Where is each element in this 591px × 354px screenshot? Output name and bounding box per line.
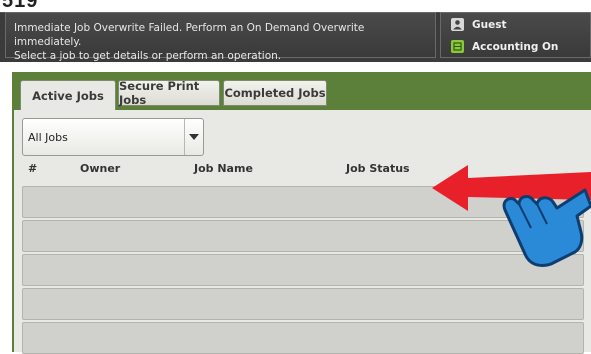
tab-active-jobs[interactable]: Active Jobs <box>20 80 116 110</box>
table-row[interactable] <box>22 288 584 320</box>
accounting-row[interactable]: Accounting On <box>451 40 558 53</box>
column-header-owner[interactable]: Owner <box>80 162 120 175</box>
message-panel: Immediate Job Overwrite Failed. Perform … <box>5 12 436 62</box>
guest-row[interactable]: Guest <box>451 18 506 31</box>
accounting-icon <box>451 40 464 53</box>
tab-secure-print-jobs[interactable]: Secure Print Jobs <box>118 79 220 107</box>
column-header-job-status[interactable]: Job Status <box>346 162 410 175</box>
table-row[interactable] <box>22 322 584 354</box>
tab-completed-jobs[interactable]: Completed Jobs <box>223 80 327 106</box>
job-filter-value: All Jobs <box>28 131 68 144</box>
blue-hand-pointer-icon <box>502 188 591 268</box>
tab-active-jobs-label: Active Jobs <box>32 88 104 103</box>
column-header-number[interactable]: # <box>28 162 37 175</box>
chevron-down-icon[interactable] <box>184 119 203 155</box>
accounting-label: Accounting On <box>472 40 559 53</box>
job-filter-dropdown[interactable]: All Jobs <box>22 118 204 156</box>
message-line-2: Select a job to get details or perform a… <box>14 50 282 62</box>
message-line-1: Immediate Job Overwrite Failed. Perform … <box>14 22 365 48</box>
guest-label: Guest <box>472 18 507 31</box>
user-panel[interactable]: Guest Accounting On <box>440 12 591 58</box>
tab-secure-print-jobs-label: Secure Print Jobs <box>119 79 200 107</box>
column-header-job-name[interactable]: Job Name <box>194 162 253 175</box>
tab-completed-jobs-label: Completed Jobs <box>224 86 326 100</box>
user-icon <box>451 18 464 31</box>
